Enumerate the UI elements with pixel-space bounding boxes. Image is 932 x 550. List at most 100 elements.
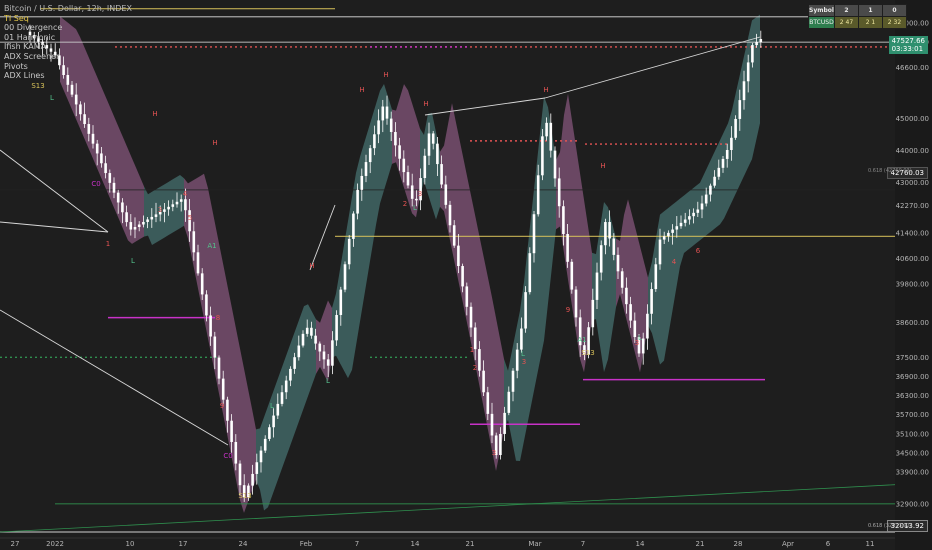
indicator-adx-screener[interactable]: ADX Screener — [4, 52, 132, 62]
candle-body — [440, 164, 443, 185]
candle-body — [310, 327, 313, 336]
candle-body — [318, 343, 322, 352]
candle-body — [452, 225, 456, 246]
td-sequence-label: 8 — [216, 314, 220, 322]
td-sequence-label: H — [423, 100, 428, 108]
candle-body — [499, 433, 502, 456]
candle-body — [725, 150, 729, 159]
candle-body — [121, 202, 124, 213]
candle-body — [284, 380, 288, 393]
candle-body — [154, 214, 158, 217]
candle-body — [746, 62, 750, 82]
cloud-segment — [676, 198, 680, 290]
y-tick-label: 32900.00 — [896, 500, 929, 508]
candle-body — [293, 357, 296, 369]
candle-body — [364, 162, 368, 176]
candle-body — [562, 206, 565, 235]
y-tick-label: 36900.00 — [896, 373, 929, 381]
harmonic-line — [0, 221, 109, 233]
td-sequence-label: L — [50, 94, 54, 102]
cloud-segment — [716, 140, 720, 228]
candle-body — [377, 120, 380, 135]
price-chart[interactable]: 27 2022 10 17 24 Feb 7 14 21 Mar 7 14 21 28 Apr 6 114800… — [0, 0, 932, 550]
candle-body — [478, 349, 481, 371]
screener-row: BTCUSD 2 47 2 1 2 32 — [808, 16, 907, 29]
candle-body — [213, 336, 217, 358]
indicator-ti-seq[interactable]: TI Seq — [4, 14, 132, 24]
td-sequence-label: S13 — [238, 492, 251, 500]
candle-body — [490, 413, 494, 436]
cloud-segment — [320, 311, 324, 375]
cloud-segment — [276, 372, 280, 486]
x-tick-label: 21 — [466, 540, 475, 548]
candle-body — [662, 236, 666, 240]
candle-body — [373, 134, 376, 149]
candle-body — [675, 226, 679, 230]
candle-body — [503, 412, 506, 434]
candle-body — [289, 368, 292, 381]
cloud-segment — [292, 328, 296, 441]
indicator-divergence[interactable]: 00 Divergence — [4, 23, 132, 33]
td-sequence-label: 5 — [188, 214, 192, 222]
candle-body — [738, 100, 742, 119]
cloud-segment — [288, 339, 292, 452]
indicator-ifish-kama[interactable]: Ifish KAMA — [4, 42, 132, 52]
candle-body — [553, 150, 557, 179]
x-tick-label: Feb — [300, 540, 313, 548]
candle-body — [633, 320, 637, 338]
td-sequence-label: L — [413, 204, 417, 212]
indicator-harmonic[interactable]: 01 Harmonic — [4, 33, 132, 43]
cloud-segment — [344, 221, 348, 379]
candle-body — [515, 349, 519, 371]
bar-countdown: 03:33:01 — [891, 45, 924, 53]
x-tick-label: 10 — [126, 540, 135, 548]
candle-body — [230, 420, 233, 442]
y-tick-label: 36300.00 — [896, 392, 929, 400]
cloud-segment — [128, 148, 132, 244]
candle-body — [268, 427, 271, 439]
td-sequence-label: 1 — [470, 346, 474, 354]
candle-body — [755, 42, 758, 46]
candle-body — [671, 229, 674, 233]
y-tick-label: 46600.00 — [896, 64, 929, 72]
candle-body — [389, 118, 393, 132]
candle-body — [704, 194, 708, 204]
candle-body — [759, 39, 763, 43]
candle-body — [641, 338, 645, 354]
screener-table: Symbol 2 1 0 BTCUSD 2 47 2 1 2 32 — [808, 4, 907, 29]
td-sequence-label: H — [152, 110, 157, 118]
candle-body — [482, 370, 485, 393]
candle-body — [410, 185, 414, 199]
candle-body — [679, 222, 683, 227]
cloud-segment — [324, 300, 328, 382]
td-sequence-label: 3 — [418, 190, 422, 198]
chart-title: Bitcoin / U.S. Dollar, 12h, INDEX — [4, 4, 132, 13]
cloud-segment — [348, 197, 352, 379]
cloud-segment — [664, 208, 668, 361]
candle-body — [398, 145, 401, 159]
candle-body — [444, 184, 448, 205]
y-tick-label: 39800.00 — [896, 281, 929, 289]
candle-body — [461, 266, 464, 287]
candle-body — [545, 122, 548, 137]
candle-body — [511, 370, 515, 392]
candle-body — [751, 45, 754, 63]
cloud-segment — [740, 56, 744, 185]
y-tick-label: 42270.00 — [896, 202, 929, 210]
candle-body — [591, 299, 595, 328]
cloud-segment — [96, 74, 100, 175]
candle-body — [171, 204, 175, 207]
td-sequence-label: S13 — [31, 82, 44, 90]
indicator-pivots[interactable]: Pivots — [4, 62, 132, 72]
candle-body — [95, 143, 99, 154]
td-sequence-label: 9 — [566, 306, 570, 314]
candle-body — [448, 204, 452, 226]
candle-body — [100, 153, 103, 164]
harmonic-line — [0, 309, 229, 446]
cloud-segment — [144, 186, 148, 237]
candle-body — [730, 137, 733, 151]
indicator-adx-lines[interactable]: ADX Lines — [4, 71, 132, 81]
cloud-segment — [756, 14, 760, 142]
candle-body — [620, 271, 624, 288]
candle-body — [87, 124, 91, 134]
